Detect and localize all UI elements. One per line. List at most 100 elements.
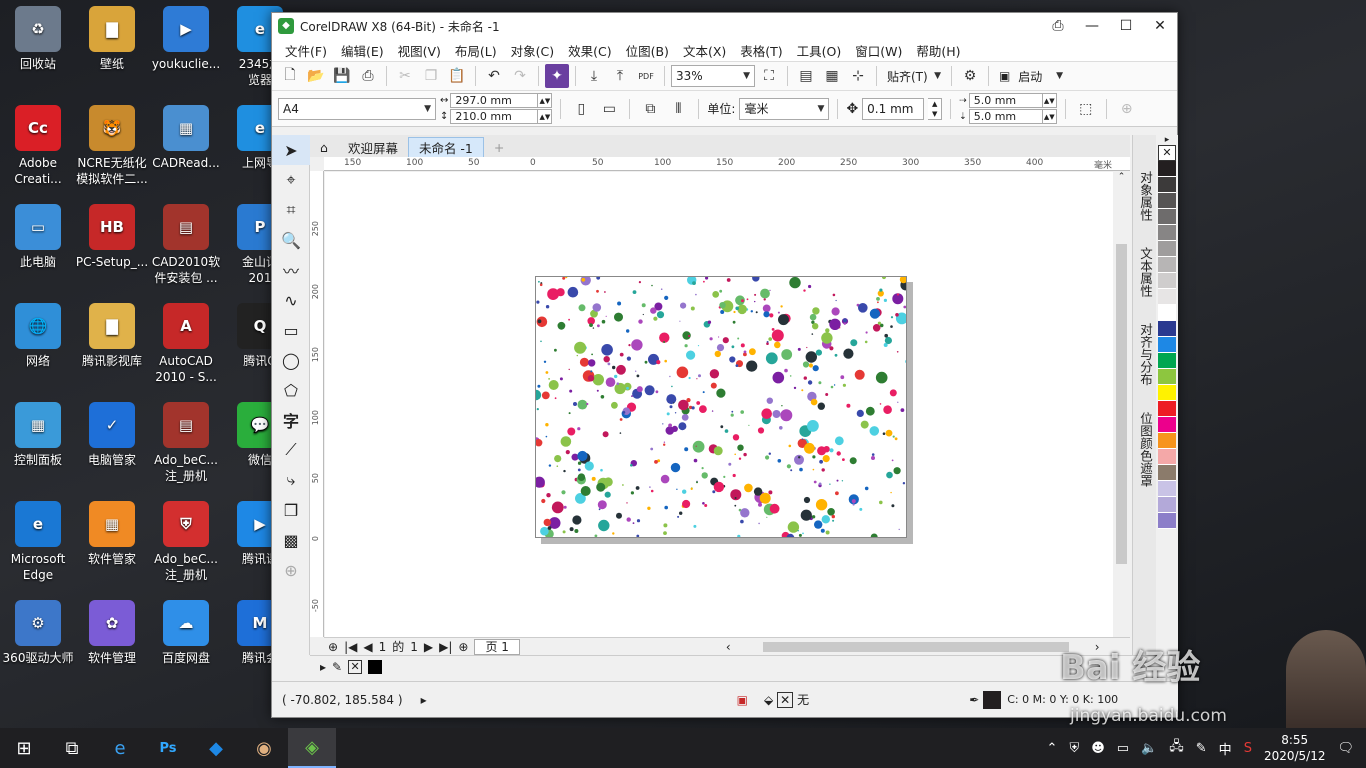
menu-item[interactable]: 工具(O) — [790, 41, 849, 60]
menu-item[interactable]: 文本(X) — [676, 41, 733, 60]
zoom-level-combo[interactable]: 33% ▼ — [671, 65, 755, 87]
page-size-combo[interactable]: A4 ▼ — [278, 97, 436, 120]
desktop-icon[interactable]: ▶ youkuclie... — [148, 6, 224, 72]
palette-swatch[interactable] — [1158, 417, 1176, 433]
drop-shadow-icon[interactable]: ❒ — [272, 495, 310, 525]
horizontal-scroll-thumb[interactable] — [762, 641, 1069, 652]
eyedropper-icon[interactable]: ✎ — [332, 660, 342, 674]
minimize-button[interactable]: — — [1075, 13, 1109, 39]
docker-tab[interactable]: 文本属性 — [1133, 241, 1158, 303]
ime-indicator[interactable]: 中 — [1219, 739, 1232, 758]
all-pages-icon[interactable]: ⧉ — [638, 97, 662, 121]
duplicate-x-input[interactable]: 5.0 mm — [968, 93, 1043, 108]
text-tool-icon[interactable]: 字 — [272, 405, 310, 435]
palette-swatch[interactable] — [1158, 321, 1176, 337]
copy-icon[interactable]: ❐ — [419, 64, 443, 88]
desktop-icon[interactable]: ✿ 软件管理 — [74, 600, 150, 666]
color-proof-icon[interactable]: ▣ — [737, 693, 748, 707]
palette-swatch[interactable] — [1158, 273, 1176, 289]
show-guidelines-icon[interactable]: ⊹ — [846, 64, 870, 88]
vertical-scroll-thumb[interactable] — [1116, 244, 1127, 564]
home-icon[interactable]: ⌂ — [310, 137, 338, 157]
dup-y-spinner[interactable]: ▲▼ — [1042, 109, 1057, 124]
palette-swatch[interactable] — [1158, 193, 1176, 209]
publish-pdf-icon[interactable]: PDF — [634, 64, 658, 88]
connector-tool-icon[interactable]: ⤷ — [272, 465, 310, 495]
nudge-spinner[interactable]: ▲ ▼ — [928, 97, 943, 120]
pen-icon[interactable]: ✎ — [1196, 741, 1207, 756]
desktop-icon[interactable]: ▭ 此电脑 — [0, 204, 76, 270]
undo-icon[interactable]: ↶ — [482, 64, 506, 88]
menu-item[interactable]: 编辑(E) — [334, 41, 391, 60]
scroll-up-icon[interactable]: ⌃ — [1113, 172, 1130, 182]
add-page-after-icon[interactable]: ⊕ — [458, 640, 468, 654]
palette-menu-icon[interactable]: ▸ — [320, 660, 326, 674]
qq-tray-icon[interactable]: ☻ — [1091, 741, 1105, 756]
import-icon[interactable]: ⤓ — [582, 64, 606, 88]
document-page[interactable] — [535, 276, 907, 538]
palette-swatch[interactable] — [1158, 353, 1176, 369]
desktop-icon[interactable]: ☁ 百度网盘 — [148, 600, 224, 666]
polygon-tool-icon[interactable]: ⬠ — [272, 375, 310, 405]
scroll-left-icon[interactable]: ‹ — [726, 640, 731, 654]
no-color-swatch[interactable]: ✕ — [348, 659, 363, 674]
zoom-tool-icon[interactable]: 🔍 — [272, 225, 310, 255]
palette-swatch[interactable] — [1158, 241, 1176, 257]
desktop-icon[interactable]: ▦ 控制面板 — [0, 402, 76, 468]
desktop-icon[interactable]: ▇ 腾讯影视库 — [74, 303, 150, 369]
pick-tool-icon[interactable]: ➤ — [272, 135, 310, 165]
palette-swatch[interactable] — [1158, 449, 1176, 465]
tray-expand-icon[interactable]: ⌃ — [1047, 741, 1058, 756]
dup-x-spinner[interactable]: ▲▼ — [1042, 93, 1057, 108]
export-icon[interactable]: ⤒ — [608, 64, 632, 88]
show-grid-icon[interactable]: ▦ — [820, 64, 844, 88]
prev-page-icon[interactable]: ◀ — [363, 640, 372, 654]
document-tab[interactable]: 未命名 -1 — [407, 137, 484, 157]
horizontal-ruler[interactable]: 150 100 50 0 50 100 150 200 250 300 350 400 毫米 — [324, 157, 1130, 171]
palette-swatch[interactable] — [1158, 305, 1176, 321]
desktop-icon[interactable]: ▦ 软件管家 — [74, 501, 150, 567]
palette-swatch[interactable] — [1158, 337, 1176, 353]
customize-toolbox-icon[interactable]: ⊕ — [272, 555, 310, 585]
desktop-icon[interactable]: ⚙ 360驱动大师 — [0, 600, 76, 666]
account-icon[interactable]: ⎙ — [1041, 13, 1075, 39]
parallel-dimension-icon[interactable]: ⟋ — [272, 435, 310, 465]
palette-swatch[interactable] — [1158, 161, 1176, 177]
edge-browser-icon[interactable]: e — [96, 728, 144, 768]
page-tab[interactable]: 页 1 — [474, 638, 520, 655]
ellipse-tool-icon[interactable]: ◯ — [272, 345, 310, 375]
current-page-icon[interactable]: ⫴ — [666, 97, 690, 121]
new-document-icon[interactable]: 🗋 — [278, 64, 302, 88]
print-icon[interactable]: ⎙ — [356, 64, 380, 88]
crop-tool-icon[interactable]: ⌗ — [272, 195, 310, 225]
palette-swatch[interactable] — [1158, 497, 1176, 513]
menu-item[interactable]: 帮助(H) — [909, 41, 967, 60]
freehand-tool-icon[interactable]: 〰 — [272, 255, 310, 285]
photo-app-icon[interactable]: ◉ — [240, 728, 288, 768]
save-icon[interactable]: 💾 — [330, 64, 354, 88]
landscape-icon[interactable]: ▭ — [597, 97, 621, 121]
start-windows-icon[interactable]: ⊞ — [0, 728, 48, 768]
first-page-icon[interactable]: |◀ — [344, 640, 357, 654]
desktop-icon[interactable]: ▤ CAD2010软 件安装包 ... — [148, 204, 224, 286]
photoshop-icon[interactable]: Ps — [144, 728, 192, 768]
options-gear-icon[interactable]: ⚙ — [958, 64, 982, 88]
page-height-input[interactable]: 210.0 mm — [450, 109, 539, 124]
coreldraw-taskbar-icon[interactable]: ◈ — [288, 728, 336, 768]
menu-item[interactable]: 布局(L) — [448, 41, 504, 60]
desktop-icon[interactable]: ▤ Ado_beC... 注_册机 — [148, 402, 224, 484]
desktop-icon[interactable]: A AutoCAD 2010 - S... — [148, 303, 224, 385]
task-view-icon[interactable]: ⧉ — [48, 728, 96, 768]
desktop-icon[interactable]: 🌐 网络 — [0, 303, 76, 369]
page-width-input[interactable]: 297.0 mm — [450, 93, 539, 108]
add-page-before-icon[interactable]: ⊕ — [328, 640, 338, 654]
width-spinner[interactable]: ▲▼ — [538, 93, 553, 108]
desktop-icon[interactable]: ✓ 电脑管家 — [74, 402, 150, 468]
add-property-icon[interactable]: ⊕ — [1115, 97, 1139, 121]
palette-swatch[interactable] — [1158, 401, 1176, 417]
sogou-ime-icon[interactable]: S — [1244, 741, 1252, 756]
cut-icon[interactable]: ✂ — [393, 64, 417, 88]
palette-swatch[interactable] — [1158, 209, 1176, 225]
desktop-icon[interactable]: ♻ 回收站 — [0, 6, 76, 72]
fill-icon[interactable]: ⬙ — [764, 693, 773, 707]
